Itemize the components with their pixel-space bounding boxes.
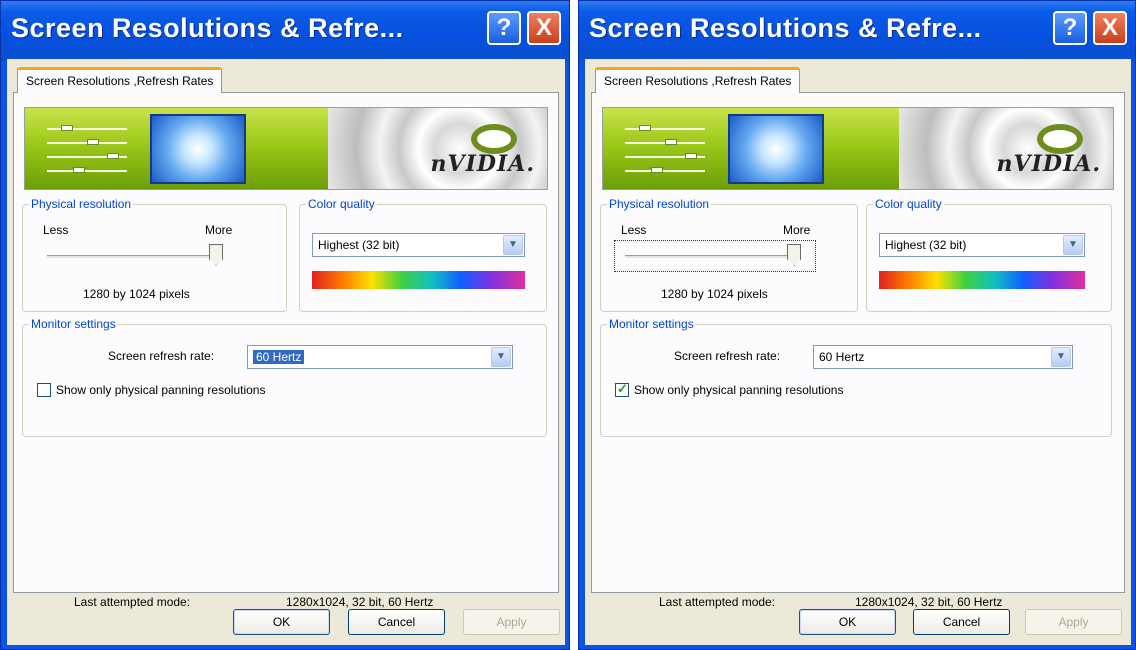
last-mode-value: 1280x1024, 32 bit, 60 Hertz (855, 595, 1003, 609)
dialog-window-left: Screen Resolutions & Refre... ? X Screen… (0, 0, 570, 650)
color-quality-select[interactable]: Highest (32 bit) ▼ (879, 233, 1085, 257)
resolution-value: 1280 by 1024 pixels (661, 287, 768, 301)
dialog-client: Screen Resolutions ,Refresh Rates nVIDIA… (7, 59, 565, 645)
apply-button: Apply (1025, 609, 1122, 635)
monitor-graphic-icon (728, 114, 824, 184)
panning-checkbox-label[interactable]: Show only physical panning resolutions (634, 383, 843, 397)
nvidia-wordmark: nVIDIA. (430, 151, 535, 177)
dropdown-arrow-icon[interactable]: ▼ (503, 235, 523, 255)
resolution-slider[interactable] (614, 240, 816, 272)
cancel-button[interactable]: Cancel (913, 609, 1010, 635)
refresh-rate-label: Screen refresh rate: (674, 349, 781, 363)
refresh-rate-select[interactable]: 60 Hertz ▼ (247, 345, 513, 369)
dialog-client: Screen Resolutions ,Refresh Rates nVIDIA… (585, 59, 1131, 645)
tab-screen-resolutions[interactable]: Screen Resolutions ,Refresh Rates (17, 67, 223, 93)
slider-more-label: More (205, 223, 233, 237)
physical-resolution-group: Physical resolution Less More 1280 by 10… (600, 197, 858, 312)
slider-track (47, 255, 213, 259)
color-spectrum-bar (879, 271, 1085, 289)
nvidia-banner: nVIDIA. (24, 107, 548, 190)
title-bar[interactable]: Screen Resolutions & Refre... ? X (579, 1, 1135, 61)
monitor-settings-legend: Monitor settings (609, 317, 694, 331)
resolution-value: 1280 by 1024 pixels (83, 287, 190, 301)
apply-button: Apply (463, 609, 560, 635)
slider-thumb[interactable] (209, 244, 223, 266)
last-mode-label: Last attempted mode: (659, 595, 776, 609)
ok-button[interactable]: OK (233, 609, 330, 635)
slider-less-label: Less (621, 223, 647, 237)
monitor-settings-group: Monitor settings Screen refresh rate: 60… (22, 317, 547, 437)
tab-panel: nVIDIA. Physical resolution Less More 12… (591, 92, 1125, 609)
monitor-settings-group: Monitor settings Screen refresh rate: 60… (600, 317, 1112, 437)
color-quality-select[interactable]: Highest (32 bit) ▼ (312, 233, 525, 257)
refresh-rate-value: 60 Hertz (819, 350, 865, 364)
physical-resolution-legend: Physical resolution (31, 197, 132, 211)
cancel-button[interactable]: Cancel (348, 609, 445, 635)
nvidia-banner: nVIDIA. (602, 107, 1114, 190)
panning-checkbox[interactable] (615, 381, 629, 397)
window-title: Screen Resolutions & Refre... (589, 13, 982, 43)
close-button[interactable]: X (1093, 11, 1127, 45)
last-mode-value: 1280x1024, 32 bit, 60 Hertz (286, 595, 434, 609)
dropdown-arrow-icon[interactable]: ▼ (1063, 235, 1083, 255)
color-quality-legend: Color quality (875, 197, 942, 211)
slider-less-label: Less (43, 223, 69, 237)
dropdown-arrow-icon[interactable]: ▼ (491, 347, 511, 367)
monitor-graphic-icon (150, 114, 246, 184)
tab-panel: nVIDIA. Physical resolution Less More 12… (13, 92, 559, 609)
sliders-graphic-icon (625, 122, 705, 178)
dropdown-arrow-icon[interactable]: ▼ (1051, 347, 1071, 367)
slider-more-label: More (783, 223, 811, 237)
nvidia-logo (471, 124, 517, 154)
refresh-rate-select[interactable]: 60 Hertz ▼ (813, 345, 1073, 369)
color-quality-value: Highest (32 bit) (318, 238, 400, 252)
ok-button[interactable]: OK (799, 609, 896, 635)
slider-track (625, 255, 791, 259)
panning-checkbox[interactable] (37, 383, 51, 397)
tab-screen-resolutions[interactable]: Screen Resolutions ,Refresh Rates (595, 67, 801, 93)
color-quality-group: Color quality Highest (32 bit) ▼ (299, 197, 547, 312)
slider-thumb[interactable] (787, 244, 801, 266)
panning-checkbox-label[interactable]: Show only physical panning resolutions (56, 383, 265, 397)
dialog-window-right: Screen Resolutions & Refre... ? X Screen… (578, 0, 1136, 650)
refresh-rate-label: Screen refresh rate: (108, 349, 215, 363)
nvidia-logo (1037, 124, 1083, 154)
help-button[interactable]: ? (487, 11, 521, 45)
nvidia-wordmark: nVIDIA. (996, 151, 1101, 177)
refresh-rate-value: 60 Hertz (253, 350, 305, 364)
color-quality-legend: Color quality (308, 197, 375, 211)
title-bar[interactable]: Screen Resolutions & Refre... ? X (1, 1, 569, 61)
color-quality-group: Color quality Highest (32 bit) ▼ (866, 197, 1112, 312)
last-mode-label: Last attempted mode: (74, 595, 191, 609)
monitor-settings-legend: Monitor settings (31, 317, 116, 331)
physical-resolution-group: Physical resolution Less More 1280 by 10… (22, 197, 287, 312)
color-quality-value: Highest (32 bit) (885, 238, 967, 252)
color-spectrum-bar (312, 271, 525, 289)
window-title: Screen Resolutions & Refre... (11, 13, 404, 43)
sliders-graphic-icon (47, 122, 127, 178)
close-button[interactable]: X (527, 11, 561, 45)
help-button[interactable]: ? (1053, 11, 1087, 45)
physical-resolution-legend: Physical resolution (609, 197, 710, 211)
resolution-slider[interactable] (37, 241, 237, 271)
